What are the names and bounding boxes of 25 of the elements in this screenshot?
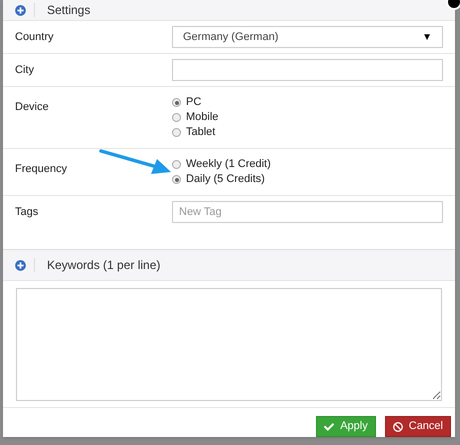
country-select[interactable]: Germany (German) ▼ bbox=[172, 26, 443, 48]
cancel-button[interactable]: Cancel bbox=[384, 416, 451, 437]
check-icon bbox=[324, 422, 334, 432]
radio-label: Weekly (1 Credit) bbox=[186, 157, 271, 172]
field-label: City bbox=[15, 64, 34, 76]
section-title: Settings bbox=[47, 2, 90, 19]
radio-button[interactable] bbox=[172, 175, 181, 184]
radio-button[interactable] bbox=[172, 160, 181, 169]
radio-button[interactable] bbox=[172, 128, 181, 137]
radio-button[interactable] bbox=[172, 98, 181, 107]
text-field[interactable]: New Tag bbox=[172, 201, 443, 223]
radio-label: PC bbox=[186, 95, 202, 110]
text-field[interactable] bbox=[172, 59, 443, 81]
field-label: Device bbox=[15, 101, 49, 113]
radio-label: Tablet bbox=[186, 125, 216, 140]
radio-label: Mobile bbox=[186, 110, 218, 126]
expand-icon[interactable] bbox=[15, 4, 26, 16]
radio-label: Daily (5 Credits) bbox=[186, 172, 265, 188]
field-label: Country bbox=[15, 31, 54, 43]
field-label: Frequency bbox=[15, 163, 67, 175]
ban-icon bbox=[392, 422, 403, 432]
field-label: Tags bbox=[15, 206, 38, 218]
expand-icon[interactable] bbox=[15, 260, 26, 270]
section-title: Keywords (1 per line) bbox=[47, 257, 160, 274]
radio-button[interactable] bbox=[172, 113, 181, 122]
